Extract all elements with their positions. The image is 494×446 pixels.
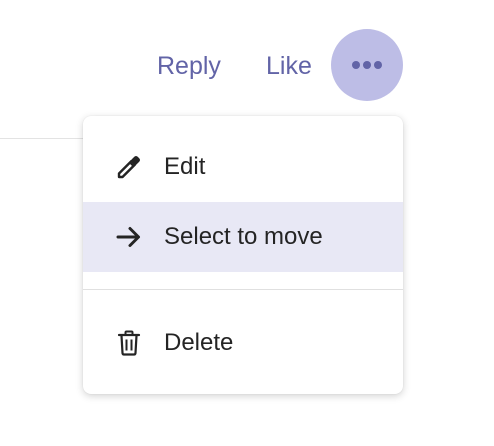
menu-item-label: Delete <box>164 329 234 356</box>
more-options-button[interactable] <box>331 29 403 101</box>
trash-icon <box>115 329 143 357</box>
reply-button[interactable]: Reply <box>157 49 221 83</box>
like-button[interactable]: Like <box>266 49 312 83</box>
more-options-menu: Edit Select to move Delete <box>83 116 403 394</box>
menu-item-label: Edit <box>164 153 206 180</box>
menu-separator <box>83 289 403 290</box>
message-actions-stage: Reply Like Edit Select to move Delete <box>0 0 494 446</box>
menu-item-delete[interactable]: Delete <box>83 308 403 378</box>
menu-item-edit[interactable]: Edit <box>83 132 403 202</box>
menu-item-label: Select to move <box>164 223 323 250</box>
arrow-right-icon <box>115 223 143 251</box>
more-horizontal-icon <box>352 61 382 69</box>
menu-item-select-to-move[interactable]: Select to move <box>83 202 403 272</box>
pencil-icon <box>115 153 143 181</box>
message-actions-bar: Reply Like <box>0 29 494 101</box>
